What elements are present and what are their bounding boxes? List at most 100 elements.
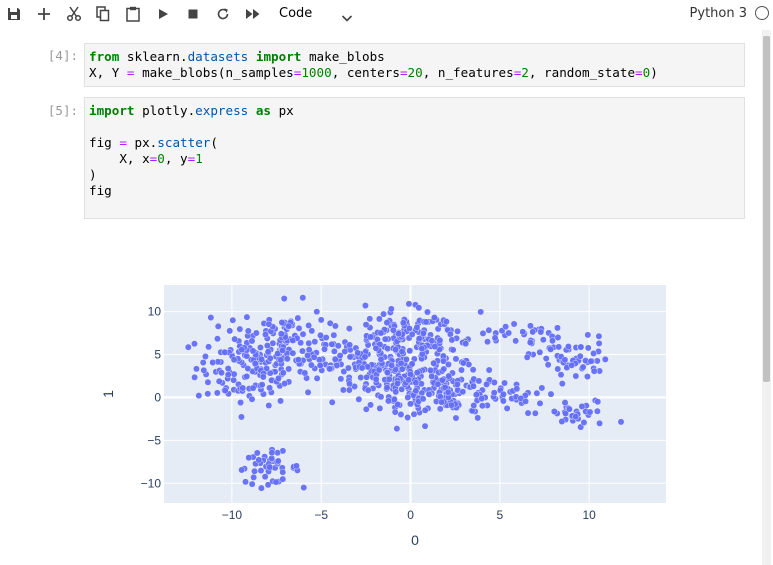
- scatter-point: [258, 381, 266, 389]
- scatter-point: [268, 449, 276, 457]
- scatter-point: [576, 352, 584, 360]
- scatter-point: [321, 345, 328, 353]
- scatter-point: [399, 319, 407, 327]
- scatter-point: [527, 322, 534, 330]
- scatter-point: [244, 327, 252, 335]
- scatter-point: [231, 335, 239, 343]
- scatter-point: [539, 336, 547, 344]
- scatter-point: [458, 366, 465, 374]
- scatter-point: [299, 294, 307, 302]
- scatter-point: [380, 310, 387, 318]
- scatter-point: [295, 324, 303, 332]
- scatter-point: [410, 410, 418, 418]
- scatter-point: [230, 356, 238, 364]
- y-axis-title: 1: [100, 390, 116, 398]
- scatter-point: [485, 326, 493, 334]
- scatter-point: [425, 390, 433, 398]
- scatter-point: [413, 324, 421, 331]
- scatter-point: [389, 326, 397, 334]
- scatter-point: [278, 319, 286, 326]
- scatter-point: [299, 347, 306, 355]
- scatter-point: [364, 386, 372, 394]
- scatter-point: [513, 385, 521, 393]
- scatter-point: [538, 384, 546, 392]
- scatter-point: [362, 321, 370, 329]
- scatter-point: [454, 327, 461, 335]
- scatter-point: [237, 399, 244, 406]
- scatter-point: [205, 343, 212, 351]
- scatter-point: [339, 386, 347, 394]
- scatter-point: [430, 359, 438, 367]
- scatter-point: [301, 369, 309, 377]
- scatter-point: [277, 330, 285, 338]
- scatter-point: [229, 316, 237, 324]
- scatter-point: [313, 374, 321, 382]
- scatter-point: [266, 384, 273, 392]
- scatter-point: [274, 457, 282, 465]
- scatter-point: [346, 341, 354, 349]
- scatter-point: [412, 379, 420, 387]
- scatter-point: [499, 397, 507, 405]
- scatter-point: [536, 348, 544, 356]
- scatter-point: [577, 343, 585, 351]
- scatter-point: [305, 346, 313, 354]
- scatter-point: [478, 395, 486, 403]
- scatter-point: [529, 328, 537, 336]
- scatter-point: [272, 478, 280, 486]
- scatter-point: [403, 355, 410, 363]
- scatter-point: [358, 364, 366, 372]
- scatter-point: [554, 365, 562, 373]
- scatter-point: [596, 419, 603, 427]
- scatter-point: [294, 314, 302, 322]
- scatter-point: [285, 322, 293, 330]
- scatter-point: [394, 380, 401, 387]
- scatter-point: [436, 405, 444, 413]
- scatter-point: [387, 305, 395, 313]
- scatter-point: [406, 325, 413, 332]
- scatter-point: [355, 395, 363, 403]
- scatter-point: [265, 402, 273, 409]
- scatter-point: [258, 355, 265, 363]
- scatter-point: [452, 355, 460, 363]
- y-tick-label: −10: [141, 476, 162, 490]
- scatter-point: [617, 418, 625, 426]
- scatter-point: [238, 413, 245, 421]
- scatter-point: [587, 357, 595, 365]
- scatter-point: [317, 316, 325, 324]
- scatter-point: [418, 345, 426, 353]
- scatter-point: [554, 324, 561, 332]
- scatter-point: [336, 352, 344, 359]
- scatter-point: [244, 365, 252, 372]
- scatter-point: [265, 320, 273, 328]
- scatter-point: [408, 360, 416, 368]
- scatter-point: [524, 409, 532, 417]
- scatter-point: [565, 343, 572, 350]
- scatter-point: [443, 318, 450, 326]
- scatter-point: [462, 340, 470, 348]
- scatter-point: [595, 340, 603, 347]
- scatter-point: [367, 333, 374, 341]
- scatter-point: [289, 349, 297, 357]
- scatter-plot[interactable]: −10 −5 0 5 10 −10 −5 0 5 10 0 1: [0, 0, 760, 565]
- scatter-point: [491, 334, 499, 342]
- scatter-point: [384, 369, 391, 376]
- scatter-point: [195, 392, 203, 399]
- scatter-point: [440, 365, 448, 373]
- scatter-point: [307, 361, 315, 369]
- scatter-point: [427, 366, 434, 374]
- scatter-point: [392, 388, 400, 396]
- scatter-point: [305, 339, 313, 347]
- scrollbar-thumb[interactable]: [763, 36, 770, 382]
- scatter-point: [449, 346, 457, 354]
- scatter-point: [299, 330, 307, 338]
- scatter-point: [262, 331, 269, 338]
- scatter-point: [550, 408, 558, 415]
- scatter-point: [406, 347, 414, 355]
- scatter-point: [434, 380, 442, 388]
- x-tick-label: −5: [314, 508, 328, 522]
- scatter-point: [239, 384, 247, 392]
- scatter-point: [601, 355, 609, 363]
- scatter-point: [547, 390, 555, 398]
- scatter-point: [502, 323, 510, 331]
- scatter-point: [304, 352, 311, 359]
